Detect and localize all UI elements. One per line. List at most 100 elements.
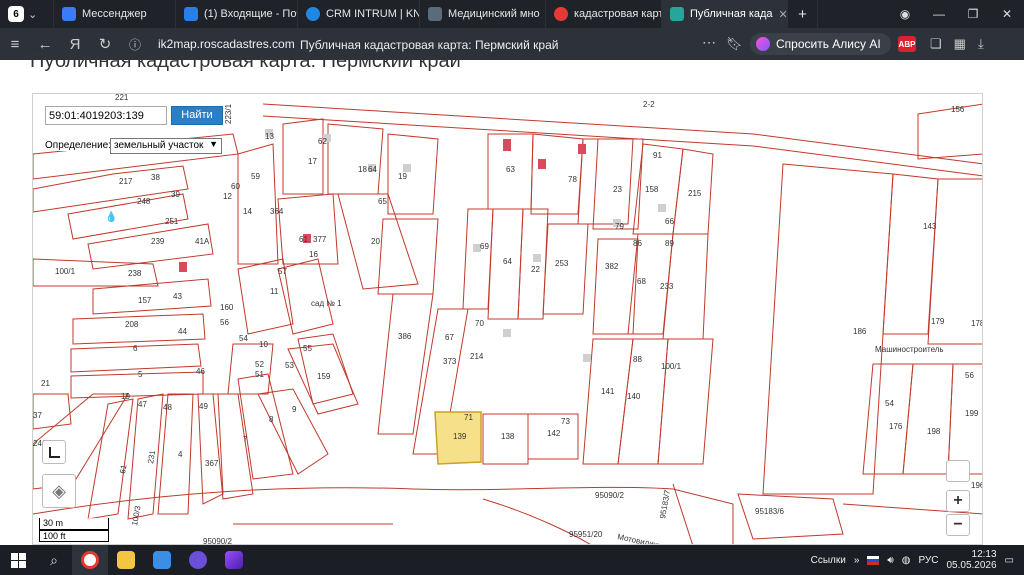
clock-date: 05.05.2026 [946,560,997,571]
parcel-label: 223/1 [224,103,233,124]
scale-feet: 100 ft [39,530,109,542]
parcel-label: 159 [317,372,331,381]
search-taskbar-button[interactable]: ⌕ [36,545,72,575]
new-tab-button[interactable]: + [788,0,818,28]
parcel-label: 39 [171,190,180,199]
close-icon[interactable]: ✕ [779,8,787,21]
app-taskbar-2[interactable] [144,545,180,575]
yandex-browser-taskbar[interactable] [72,545,108,575]
crm-icon [306,7,320,21]
windows-start-button[interactable] [0,545,36,575]
parcel-label: 44 [178,327,187,336]
chevron-down-icon: ▼ [209,139,218,149]
clock[interactable]: 12:13 05.05.2026 [946,549,996,571]
definition-select[interactable]: земельный участок ▼ [110,138,222,154]
parcel-label: 9 [292,405,297,414]
parcel-label: 65 [378,197,387,206]
scale-meters: 30 m [39,518,109,530]
water-icon: 💧 [105,210,117,223]
download-icon[interactable]: ⤓ [978,36,984,52]
page-content: Публичная кадастровая карта: Пермский кр… [0,50,1024,545]
tab-mail[interactable]: (1) Входящие - Почта [176,0,298,28]
window-close-icon[interactable]: ✕ [990,0,1024,28]
chevron-right-icon: » [853,554,860,566]
parcel-label: 198 [927,427,941,436]
collections-icon[interactable]: ❏ [930,36,942,52]
parcel-label: 208 [125,320,139,329]
app-icon [189,551,207,569]
parcel-label: 364 [270,207,284,216]
clock-time: 12:13 [971,549,997,560]
parcel-label: 20 [371,237,380,246]
tab-label: CRM INTRUM | KN1 [326,8,420,20]
parcel-label: 13 [265,132,274,141]
extensions-icon[interactable]: ▦ [954,36,966,52]
tab-public-cadastre[interactable]: Публичная када ✕ [662,0,788,28]
page-title: Публичная кадастровая карта: Пермский кр… [30,50,461,72]
layers-button[interactable]: ◈ [42,474,76,508]
zoom-out-button[interactable]: − [946,514,970,536]
cadastral-map[interactable]: 221 223/1 2-2 156 62 17 13 18 64 19 63 7… [32,93,983,545]
flag-icon [867,555,880,565]
url-text[interactable]: ik2map.roscadastres.com [158,37,295,51]
browser-badge[interactable]: 6 ⌄ [0,0,54,28]
parcel-label: 140 [627,392,641,401]
ask-alice-button[interactable]: Спросить Алису AI [750,33,891,55]
parcel-label: 386 [398,332,412,341]
parcel-label: 142 [547,429,561,438]
parcel-label: 41А [195,237,210,246]
network-icon[interactable]: ◍ [902,555,911,566]
windows-icon [10,552,26,568]
adblock-icon[interactable]: ABP [898,36,916,52]
parcel-layer[interactable]: 221 223/1 2-2 156 62 17 13 18 64 19 63 7… [33,94,983,545]
more-icon[interactable]: ⋯ [702,34,716,51]
parcel-label: 239 [151,237,165,246]
tab-cadastre-search[interactable]: кадастровая карта [546,0,662,28]
tab-crm[interactable]: CRM INTRUM | KN1 [298,0,420,28]
taskbar: ⌕ Ссылки » 🔊︎ ◍ РУС 12:13 05.05.2026 ▭ [0,545,1024,575]
parcel-label: 22 [531,265,540,274]
cadastral-search-input[interactable] [45,106,167,125]
zoom-in-button[interactable]: + [946,490,970,512]
links-label[interactable]: Ссылки [811,555,846,566]
parcel-label: 179 [931,317,945,326]
parcel-label: 62 [318,137,327,146]
tab-label: Мессенджер [82,8,147,20]
sound-icon[interactable]: 🔊︎ [887,555,893,566]
parcel-label: 18 [358,165,367,174]
fullscreen-button[interactable] [42,440,66,464]
parcel-label: 19 [121,392,130,401]
parcel-label: 100/1 [661,362,682,371]
parcel-label: 64 [503,257,512,266]
tab-messenger[interactable]: Мессенджер [54,0,176,28]
parcel-label: сад № 1 [311,299,342,308]
parcel-label: 157 [138,296,152,305]
parcel-label: 217 [119,177,133,186]
app-taskbar-4[interactable] [216,545,252,575]
map-blank-button[interactable] [946,460,970,482]
parcel-label: 23 [613,185,622,194]
language-indicator[interactable]: РУС [918,555,938,566]
menu-icon[interactable]: ≡ [0,36,30,53]
parcel-label: 57 [278,267,287,276]
tab-medical[interactable]: Медицинский мно [420,0,546,28]
minimize-icon[interactable]: — [922,0,956,28]
fullscreen-icon [48,446,60,458]
parcel-label: 51 [255,370,264,379]
restore-icon[interactable]: ❐ [956,0,990,28]
parcel-label: 67 [445,333,454,342]
parcel-label: 233 [660,282,674,291]
app-taskbar-3[interactable] [180,545,216,575]
find-button[interactable]: Найти [171,106,223,125]
parcel-label: 79 [615,222,624,231]
parcel-label: 73 [561,417,570,426]
profile-icon[interactable]: ◉ [888,0,922,28]
parcel-label: 14 [243,207,252,216]
parcel-label: 86 [633,239,642,248]
parcel-label: 100/3 [130,505,142,527]
tab-label: Медицинский мно [448,8,540,20]
notifications-icon[interactable]: ▭ [1005,555,1014,566]
explorer-taskbar[interactable] [108,545,144,575]
parcel-label: 52 [255,360,264,369]
bookmark-icon[interactable]: 🔖︎ [726,36,743,52]
